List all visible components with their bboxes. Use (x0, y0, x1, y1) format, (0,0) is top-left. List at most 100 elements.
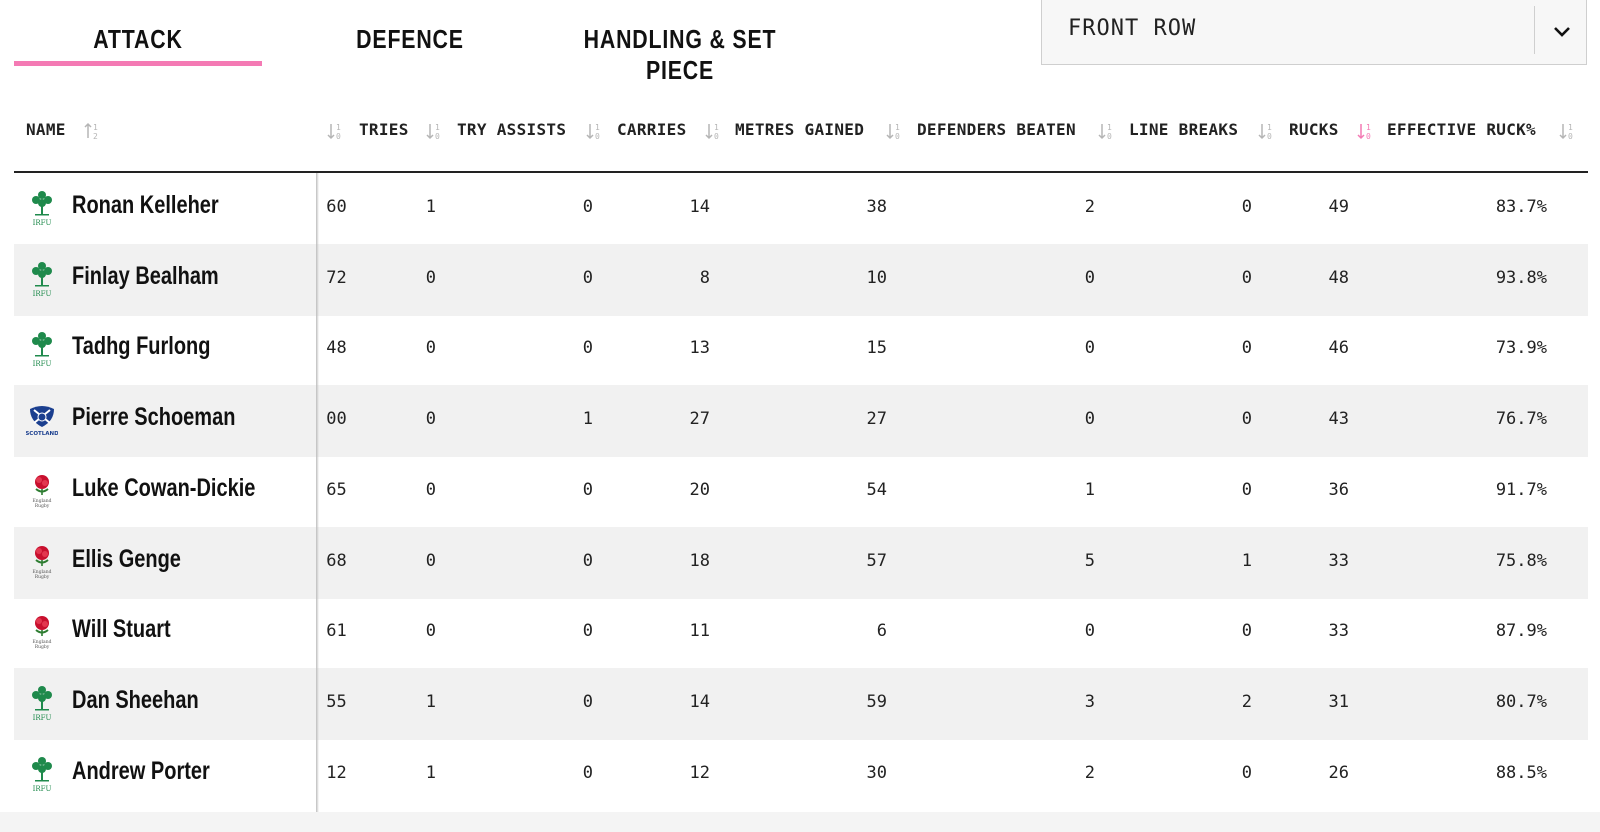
col-try-assists-header[interactable]: TRY ASSISTS (457, 120, 566, 142)
try-assists-cell: 0 (582, 550, 593, 571)
table-row[interactable]: IRFU Ronan Kelleher 160 1 0 14 38 2 0 49 83.7% (14, 173, 1588, 245)
tries-cell: 0 (425, 338, 436, 359)
defenders-beaten-cell: 3 (1084, 691, 1095, 712)
svg-text:1: 1 (336, 123, 341, 132)
tab-defence[interactable]: DEFENCE (344, 24, 475, 64)
player-name[interactable]: Dan Sheehan (72, 686, 199, 715)
svg-text:0: 0 (1366, 132, 1371, 141)
carries-cell: 8 (699, 267, 710, 288)
svg-text:0: 0 (714, 132, 719, 141)
defenders-beaten-cell: 0 (1084, 267, 1095, 288)
metres-gained-cell: 38 (866, 197, 887, 217)
line-breaks-cell: 0 (1241, 479, 1252, 500)
sort-icon[interactable]: 12 (82, 120, 102, 142)
svg-text:1: 1 (595, 123, 600, 132)
partial-stat-cell: 160 (316, 197, 347, 217)
line-breaks-cell: 1 (1241, 550, 1252, 571)
tries-cell: 1 (425, 691, 436, 712)
rucks-cell: 49 (1328, 197, 1349, 217)
svg-text:IRFU: IRFU (33, 785, 52, 793)
svg-text:1: 1 (714, 123, 719, 132)
svg-text:Rugby: Rugby (35, 644, 50, 650)
tries-cell: 0 (425, 409, 436, 430)
svg-text:0: 0 (1107, 132, 1112, 141)
partial-stat-cell: 172 (316, 267, 347, 288)
scotland-crest-icon: SCOTLAND (25, 401, 59, 441)
col-defenders-beaten-header[interactable]: DEFENDERS BEATEN (917, 120, 1076, 142)
partial-stat-cell: 112 (316, 762, 347, 783)
table-row[interactable]: IRFU Finlay Bealham 172 0 0 8 10 0 0 48 93.8% (14, 243, 1588, 316)
sort-icon[interactable]: 10 (424, 120, 444, 142)
svg-text:1: 1 (1366, 123, 1371, 132)
ireland-crest-icon: IRFU (26, 189, 58, 229)
position-filter-dropdown[interactable]: FRONT ROW (1041, 0, 1587, 65)
try-assists-cell: 0 (582, 762, 593, 783)
col-rucks-header[interactable]: RUCKS (1289, 120, 1339, 142)
effective-ruck-cell: 87.9% (1495, 621, 1547, 642)
col-name-header[interactable]: NAME (26, 120, 66, 142)
tries-cell: 0 (425, 267, 436, 288)
sort-icon[interactable]: 10 (1256, 120, 1276, 142)
ireland-crest-icon: IRFU (26, 755, 58, 795)
line-breaks-cell: 0 (1241, 197, 1252, 217)
table-row[interactable]: England Rugby Ellis Genge 168 0 0 18 57 5 1 33 75.… (14, 526, 1588, 599)
tab-handling-set-piece[interactable]: HANDLING & SET PIECE (565, 24, 795, 85)
col-tries-header[interactable]: TRIES (359, 120, 409, 142)
metres-gained-cell: 59 (866, 691, 887, 712)
player-name[interactable]: Tadhg Furlong (72, 332, 210, 361)
table-row[interactable]: IRFU Andrew Porter 112 1 0 12 30 2 0 26 88.5% (14, 739, 1588, 811)
metres-gained-cell: 54 (866, 479, 887, 500)
metres-gained-cell: 15 (866, 338, 887, 359)
effective-ruck-cell: 73.9% (1495, 338, 1547, 359)
table-row[interactable]: IRFU Tadhg Furlong 148 0 0 13 15 0 0 46 73.9% (14, 314, 1588, 386)
player-name[interactable]: Ronan Kelleher (72, 191, 219, 220)
svg-text:1: 1 (895, 123, 900, 132)
metres-gained-cell: 27 (866, 409, 887, 430)
sort-icon[interactable]: 10 (884, 120, 904, 142)
metres-gained-cell: 6 (876, 621, 887, 642)
table-row[interactable]: IRFU Dan Sheehan 155 1 0 14 59 3 2 31 80.7% (14, 667, 1588, 740)
sort-icon[interactable]: 10 (584, 120, 604, 142)
chevron-down-icon[interactable] (1550, 20, 1574, 44)
sort-icon[interactable]: 10 (1557, 120, 1577, 142)
svg-text:IRFU: IRFU (33, 219, 52, 227)
sort-desc-active-icon[interactable]: 10 (1355, 120, 1375, 142)
player-name[interactable]: Will Stuart (72, 615, 171, 644)
effective-ruck-cell: 93.8% (1495, 267, 1547, 288)
table-row[interactable]: SCOTLAND Pierre Schoeman 200 0 1 27 27 0 0 43 76.7… (14, 385, 1588, 458)
col-carries-header[interactable]: CARRIES (617, 120, 687, 142)
sticky-column-shadow (316, 173, 319, 823)
rucks-cell: 46 (1328, 338, 1349, 359)
line-breaks-cell: 0 (1241, 762, 1252, 783)
col-line-breaks-header[interactable]: LINE BREAKS (1129, 120, 1238, 142)
col-metres-gained-header[interactable]: METRES GAINED (735, 120, 864, 142)
table-row[interactable]: England Rugby Luke Cowan-Dickie 165 0 0 20 54 1… (14, 456, 1588, 528)
rucks-cell: 36 (1328, 479, 1349, 500)
svg-text:0: 0 (1568, 132, 1573, 141)
position-filter-value: FRONT ROW (1068, 16, 1197, 41)
effective-ruck-cell: 76.7% (1495, 409, 1547, 430)
player-name[interactable]: Luke Cowan-Dickie (72, 474, 255, 503)
carries-cell: 11 (689, 621, 710, 642)
rucks-cell: 33 (1328, 550, 1349, 571)
carries-cell: 27 (689, 409, 710, 430)
player-name[interactable]: Pierre Schoeman (72, 403, 235, 432)
tries-cell: 0 (425, 621, 436, 642)
player-name[interactable]: Andrew Porter (72, 757, 210, 786)
sort-icon[interactable]: 10 (1096, 120, 1116, 142)
try-assists-cell: 0 (582, 338, 593, 359)
player-name[interactable]: Ellis Genge (72, 545, 181, 574)
svg-text:1: 1 (435, 123, 440, 132)
tab-attack[interactable]: ATTACK (36, 24, 239, 64)
col-effective-ruck-header[interactable]: EFFECTIVE RUCK% (1387, 120, 1536, 142)
svg-text:1: 1 (93, 123, 98, 132)
carries-cell: 12 (689, 762, 710, 783)
partial-stat-cell: 155 (316, 691, 347, 712)
sort-icon[interactable]: 10 (703, 120, 723, 142)
player-name[interactable]: Finlay Bealham (72, 262, 219, 291)
table-row[interactable]: England Rugby Will Stuart 161 0 0 11 6 0 0 33 87.9… (14, 597, 1588, 669)
sort-icon[interactable]: 10 (325, 120, 345, 142)
try-assists-cell: 1 (582, 409, 593, 430)
carries-cell: 20 (689, 479, 710, 500)
defenders-beaten-cell: 2 (1084, 762, 1095, 783)
